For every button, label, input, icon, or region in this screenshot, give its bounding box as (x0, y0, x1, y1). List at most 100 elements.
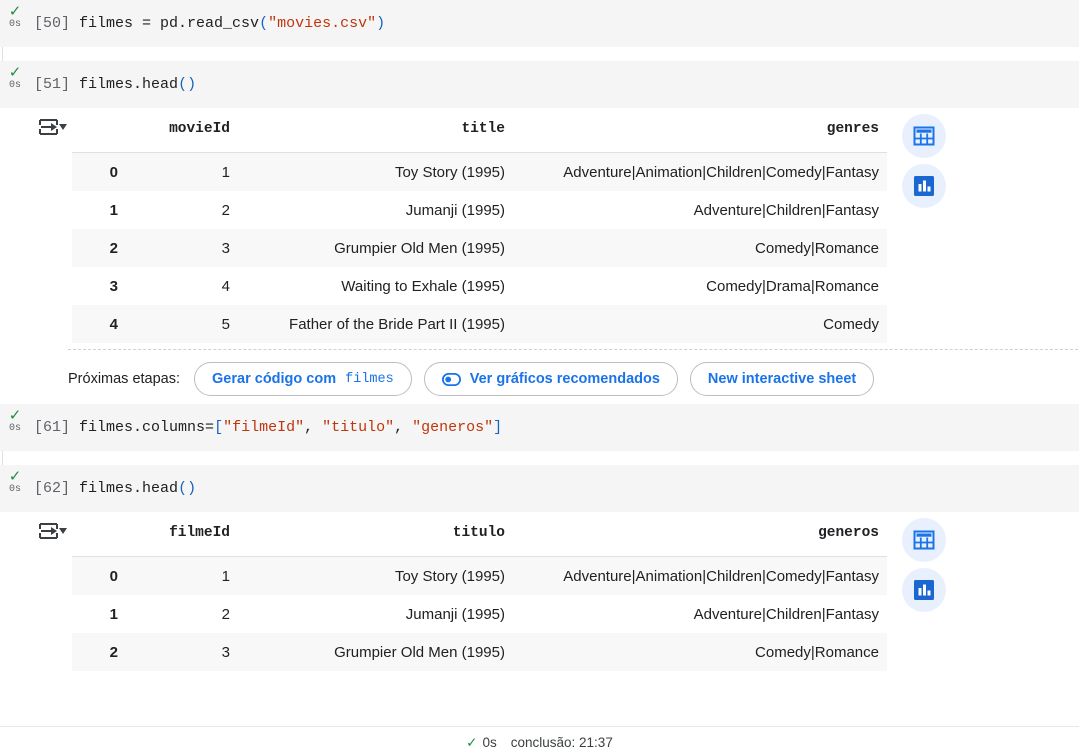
cell-61-code-area[interactable]: [61] filmes.columns=["filmeId", "titulo"… (0, 404, 1079, 451)
cell-51-prompt: [51] (34, 76, 71, 93)
df1-row4-col0: 5 (128, 305, 238, 343)
df2-col-header-1[interactable]: titulo (238, 516, 513, 557)
df1-row0-index: 0 (72, 152, 128, 191)
df1-index-header (72, 112, 128, 153)
cell-61-tok-5: , (394, 419, 413, 436)
df2-row0-col2: Adventure|Animation|Children|Comedy|Fant… (513, 556, 887, 595)
generate-code-chip-label: Gerar código com (212, 371, 337, 387)
table-view-icon[interactable] (902, 518, 946, 562)
code-cell-51: ✓ 0s [51] filmes.head() movieId title ge… (0, 61, 1079, 404)
df2-row1-col1: Jumanji (1995) (238, 595, 513, 633)
chart-view-icon[interactable] (902, 164, 946, 208)
cell-61-tok-7: ] (493, 419, 503, 436)
table-row: 2 3 Grumpier Old Men (1995) Comedy|Roman… (72, 229, 887, 267)
df1-row4-index: 4 (72, 305, 128, 343)
df1-row3-col2: Comedy|Drama|Romance (513, 267, 887, 305)
df2-row1-col0: 2 (128, 595, 238, 633)
df2-row2-col1: Grumpier Old Men (1995) (238, 633, 513, 671)
run-success-check-icon: ✓ (8, 63, 22, 81)
run-success-check-icon: ✓ (8, 2, 22, 20)
chart-view-icon[interactable] (902, 568, 946, 612)
cell-61-gutter: ✓ 0s (0, 404, 30, 435)
new-interactive-sheet-chip-label: New interactive sheet (707, 371, 857, 387)
df1-row0-col1: Toy Story (1995) (238, 152, 513, 191)
footer-execution-status: ✓ 0s conclusão: 21:37 (0, 726, 1079, 751)
code-cell-50: ✓ 0s [50] filmes = pd.read_csv("movies.c… (0, 0, 1079, 47)
cell-50-prompt: [50] (34, 15, 71, 32)
df2-row0-index: 0 (72, 556, 128, 595)
df1-row2-col0: 3 (128, 229, 238, 267)
recommended-charts-chip[interactable]: Ver gráficos recomendados (423, 362, 678, 396)
df1-row2-col1: Grumpier Old Men (1995) (238, 229, 513, 267)
sort-filter-icon[interactable] (38, 520, 72, 548)
df2-col-header-0[interactable]: filmeId (128, 516, 238, 557)
cell-62-code-area[interactable]: [62] filmes.head() (0, 465, 1079, 512)
cell-61-tok-3: , (304, 419, 323, 436)
run-success-check-icon: ✓ (8, 467, 22, 485)
table-row: 1 2 Jumanji (1995) Adventure|Children|Fa… (72, 191, 887, 229)
cell-50-code-area[interactable]: [50] filmes = pd.read_csv("movies.csv") (0, 0, 1079, 47)
table-view-icon[interactable] (902, 114, 946, 158)
df1-col-header-2[interactable]: genres (513, 112, 887, 153)
cell-51-gutter: ✓ 0s (0, 61, 30, 92)
recommended-charts-chip-label: Ver gráficos recomendados (469, 371, 660, 387)
toggle-icon (441, 372, 461, 386)
dataframe-1-side-actions (902, 114, 946, 208)
df1-col-header-0[interactable]: movieId (128, 112, 238, 153)
df2-col-header-2[interactable]: generos (513, 516, 887, 557)
cell-51-code-line: [51] filmes.head() (0, 74, 1079, 95)
cell-spacer-1 (0, 47, 1079, 61)
dataframe-1-table: movieId title genres 0 1 Toy Story (1995… (72, 112, 887, 343)
table-row: 0 1 Toy Story (1995) Adventure|Animation… (72, 556, 887, 595)
df1-row1-col1: Jumanji (1995) (238, 191, 513, 229)
df1-row4-col2: Comedy (513, 305, 887, 343)
cell-61-tok-1: [ (214, 419, 224, 436)
dataframe-1-header-row: movieId title genres (72, 112, 887, 153)
df1-col-header-1[interactable]: title (238, 112, 513, 153)
cell-51-runtime: 0s (8, 80, 21, 91)
df2-index-header (72, 516, 128, 557)
table-row: 2 3 Grumpier Old Men (1995) Comedy|Roman… (72, 633, 887, 671)
cell-51-output: movieId title genres 0 1 Toy Story (1995… (0, 108, 1079, 404)
df1-row1-col2: Adventure|Children|Fantasy (513, 191, 887, 229)
cell-62-output: filmeId titulo generos 0 1 Toy Story (19… (0, 512, 1079, 671)
new-interactive-sheet-chip[interactable]: New interactive sheet (689, 362, 875, 396)
df1-row1-index: 1 (72, 191, 128, 229)
cell-51-code-area[interactable]: [51] filmes.head() (0, 61, 1079, 108)
df1-row2-col2: Comedy|Romance (513, 229, 887, 267)
cell-61-runtime: 0s (8, 423, 21, 434)
footer-seconds: 0s (482, 735, 497, 750)
dataframe-2: filmeId titulo generos 0 1 Toy Story (19… (34, 516, 1079, 671)
cell-50-runtime: 0s (8, 19, 21, 30)
code-cell-61: ✓ 0s [61] filmes.columns=["filmeId", "ti… (0, 404, 1079, 451)
colab-notebook: ✓ 0s [50] filmes = pd.read_csv("movies.c… (0, 0, 1079, 751)
df1-row0-col0: 1 (128, 152, 238, 191)
df1-row2-index: 2 (72, 229, 128, 267)
cell-62-gutter: ✓ 0s (0, 465, 30, 496)
df1-row4-col1: Father of the Bride Part II (1995) (238, 305, 513, 343)
cell-50-code-line: [50] filmes = pd.read_csv("movies.csv") (0, 13, 1079, 34)
sort-filter-icon[interactable] (38, 116, 72, 144)
df2-row2-col0: 3 (128, 633, 238, 671)
next-steps-bar: Próximas etapas: Gerar código com filmes… (68, 349, 1078, 404)
table-row: 3 4 Waiting to Exhale (1995) Comedy|Dram… (72, 267, 887, 305)
footer-check-icon: ✓ (466, 735, 478, 751)
cell-50-tok-1: ( (259, 15, 269, 32)
cell-62-tok-1: () (178, 480, 197, 497)
df2-row1-col2: Adventure|Children|Fantasy (513, 595, 887, 633)
table-row: 4 5 Father of the Bride Part II (1995) C… (72, 305, 887, 343)
cell-62-code-line: [62] filmes.head() (0, 478, 1079, 499)
cell-51-tok-1: () (178, 76, 197, 93)
cell-spacer-2 (0, 451, 1079, 465)
generate-code-chip[interactable]: Gerar código com filmes (194, 362, 412, 396)
cell-62-tok-0: filmes.head (79, 480, 179, 497)
code-cell-62: ✓ 0s [62] filmes.head() filmeId titulo g… (0, 465, 1079, 671)
next-steps-label: Próximas etapas: (68, 371, 181, 387)
dataframe-2-header-row: filmeId titulo generos (72, 516, 887, 557)
cell-50-tok-3: ) (376, 15, 386, 32)
cell-50-gutter: ✓ 0s (0, 0, 30, 31)
footer-completion-time: conclusão: 21:37 (510, 735, 613, 750)
cell-61-tok-4: "titulo" (322, 419, 395, 436)
df2-row2-index: 2 (72, 633, 128, 671)
generate-code-chip-var: filmes (345, 371, 394, 387)
